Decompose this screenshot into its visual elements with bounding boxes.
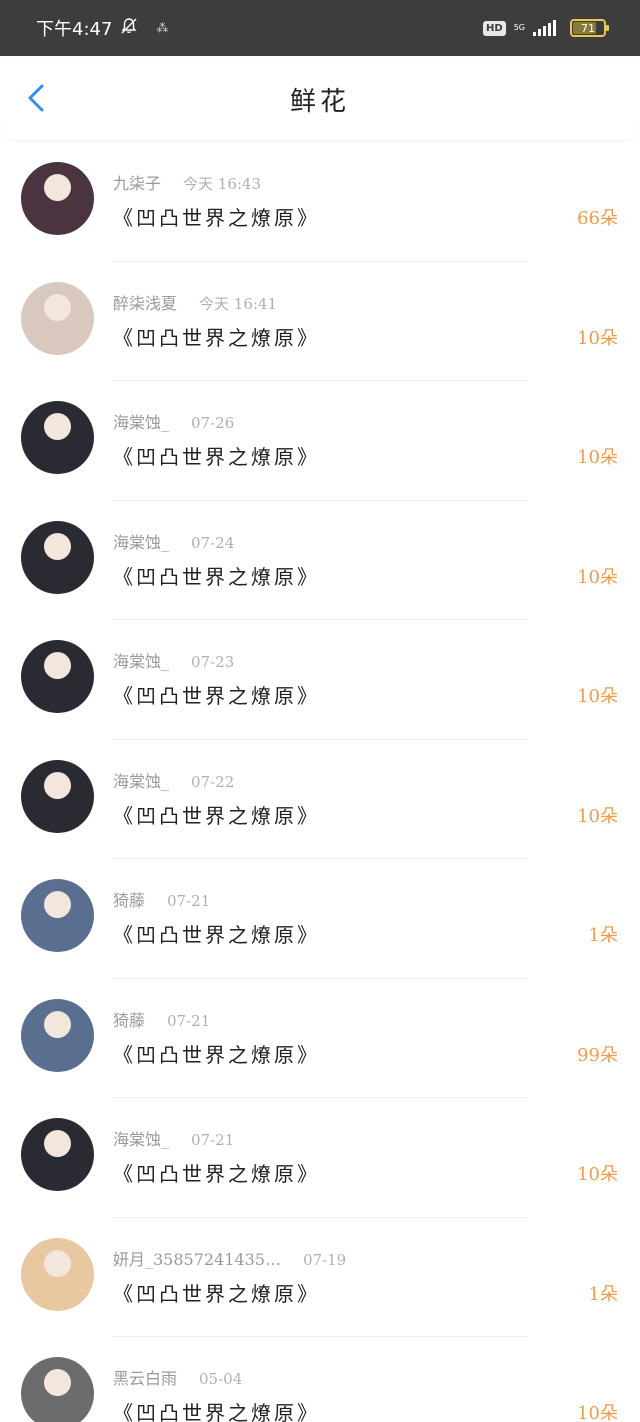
item-meta: 九柒子 今天 16:43 [113, 170, 261, 194]
avatar[interactable] [21, 1237, 94, 1311]
signal-icon [533, 20, 556, 36]
list-item[interactable]: 猗藤 07-21 《凹凸世界之燎原》 1朵 [0, 859, 640, 979]
hd-badge: HD [483, 20, 506, 36]
username[interactable]: 醉柒浅夏 [113, 290, 177, 314]
username[interactable]: 海棠蚀_ [113, 409, 169, 433]
flower-count: 10朵 [577, 327, 618, 349]
avatar[interactable] [21, 759, 94, 833]
book-title[interactable]: 《凹凸世界之燎原》 [113, 322, 320, 351]
book-title[interactable]: 《凹凸世界之燎原》 [113, 800, 320, 829]
network-type: 5G [513, 23, 525, 32]
flower-list: 九柒子 今天 16:43 《凹凸世界之燎原》 66朵醉柒浅夏 今天 16:41 《凹凸世界… [0, 142, 640, 1422]
timestamp: 07-21 [167, 1011, 211, 1030]
list-item[interactable]: 海棠蚀_ 07-23 《凹凸世界之燎原》 10朵 [0, 620, 640, 740]
list-item[interactable]: 醉柒浅夏 今天 16:41 《凹凸世界之燎原》 10朵 [0, 262, 640, 381]
item-meta: 海棠蚀_ 07-24 [113, 529, 234, 553]
flower-count: 10朵 [577, 447, 618, 468]
list-item[interactable]: 九柒子 今天 16:43 《凹凸世界之燎原》 66朵 [0, 142, 640, 262]
avatar[interactable] [21, 998, 94, 1072]
book-title[interactable]: 《凹凸世界之燎原》 [113, 1397, 320, 1422]
book-title[interactable]: 《凹凸世界之燎原》 [113, 561, 320, 590]
username[interactable]: 海棠蚀_ [113, 1126, 169, 1150]
item-meta: 海棠蚀_ 07-26 [113, 409, 234, 433]
flower-count: 10朵 [577, 805, 618, 827]
timestamp: 05-04 [199, 1370, 243, 1388]
item-meta: 黑云白雨 05-04 [113, 1365, 242, 1389]
avatar[interactable] [21, 1118, 94, 1191]
item-meta: 海棠蚀_ 07-21 [113, 1126, 234, 1150]
username[interactable]: 猗藤 [113, 1007, 145, 1031]
username[interactable]: 海棠蚀_ [113, 529, 169, 553]
timestamp: 今天 16:41 [199, 294, 278, 313]
header: 鲜花 [0, 58, 640, 140]
back-button[interactable] [18, 80, 54, 116]
status-time: 下午4:47 [36, 19, 113, 40]
username[interactable]: 猗藤 [113, 887, 145, 911]
avatar[interactable] [21, 1357, 94, 1422]
avatar[interactable] [21, 640, 94, 713]
battery-level: 71 [581, 21, 595, 35]
avatar[interactable] [21, 520, 94, 594]
list-item[interactable]: 黑云白雨 05-04 《凹凸世界之燎原》 10朵 [0, 1337, 640, 1422]
username[interactable]: 妍月_35857241435… [113, 1246, 281, 1270]
timestamp: 07-21 [191, 1131, 235, 1149]
page-title: 鲜花 [289, 86, 350, 117]
avatar[interactable] [21, 401, 94, 474]
status-right: HD 5G 71 [483, 19, 609, 37]
flower-count: 10朵 [577, 1403, 618, 1422]
item-meta: 猗藤 07-21 [113, 1007, 210, 1031]
username[interactable]: 九柒子 [113, 170, 161, 194]
list-item[interactable]: 海棠蚀_ 07-24 《凹凸世界之燎原》 10朵 [0, 501, 640, 620]
book-title[interactable]: 《凹凸世界之燎原》 [113, 202, 320, 231]
chevron-left-icon [28, 84, 44, 112]
timestamp: 07-19 [302, 1250, 347, 1269]
username[interactable]: 海棠蚀_ [113, 648, 169, 672]
book-title[interactable]: 《凹凸世界之燎原》 [113, 441, 320, 470]
flower-count: 1朵 [588, 1283, 618, 1305]
timestamp: 07-22 [191, 772, 235, 791]
flower-count: 66朵 [577, 208, 618, 229]
book-title[interactable]: 《凹凸世界之燎原》 [113, 1158, 320, 1187]
list-item[interactable]: 海棠蚀_ 07-22 《凹凸世界之燎原》 10朵 [0, 740, 640, 859]
item-meta: 醉柒浅夏 今天 16:41 [113, 290, 277, 314]
timestamp: 07-24 [191, 533, 235, 552]
book-title[interactable]: 《凹凸世界之燎原》 [113, 1039, 320, 1068]
flower-count: 1朵 [588, 925, 618, 946]
item-meta: 猗藤 07-21 [113, 887, 210, 911]
username[interactable]: 黑云白雨 [113, 1365, 177, 1389]
timestamp: 07-21 [167, 892, 211, 910]
flower-count: 10朵 [577, 686, 618, 707]
list-item[interactable]: 猗藤 07-21 《凹凸世界之燎原》 99朵 [0, 979, 640, 1098]
username[interactable]: 海棠蚀_ [113, 768, 169, 792]
avatar[interactable] [21, 879, 94, 952]
avatar[interactable] [21, 162, 94, 235]
list-item[interactable]: 海棠蚀_ 07-21 《凹凸世界之燎原》 10朵 [0, 1098, 640, 1218]
list-item[interactable]: 海棠蚀_ 07-26 《凹凸世界之燎原》 10朵 [0, 381, 640, 501]
flower-count: 10朵 [577, 566, 618, 588]
flower-count: 99朵 [577, 1044, 618, 1066]
notification-dots-icon: ⁂ [156, 21, 169, 35]
timestamp: 07-26 [191, 414, 235, 432]
book-title[interactable]: 《凹凸世界之燎原》 [113, 680, 320, 709]
item-meta: 海棠蚀_ 07-22 [113, 768, 234, 792]
item-meta: 妍月_35857241435… 07-19 [113, 1246, 346, 1270]
flower-count: 10朵 [577, 1164, 618, 1185]
status-bar: 下午4:47 ⁂ HD 5G 71 [0, 0, 640, 56]
book-title[interactable]: 《凹凸世界之燎原》 [113, 919, 320, 948]
item-meta: 海棠蚀_ 07-23 [113, 648, 234, 672]
list-item[interactable]: 妍月_35857241435… 07-19 《凹凸世界之燎原》 1朵 [0, 1218, 640, 1337]
timestamp: 07-23 [191, 653, 235, 671]
timestamp: 今天 16:43 [183, 175, 262, 193]
status-left: 下午4:47 ⁂ [36, 15, 168, 41]
bell-muted-icon [120, 17, 138, 40]
avatar[interactable] [21, 281, 94, 355]
battery-icon: 71 [570, 19, 609, 37]
book-title[interactable]: 《凹凸世界之燎原》 [113, 1278, 320, 1307]
